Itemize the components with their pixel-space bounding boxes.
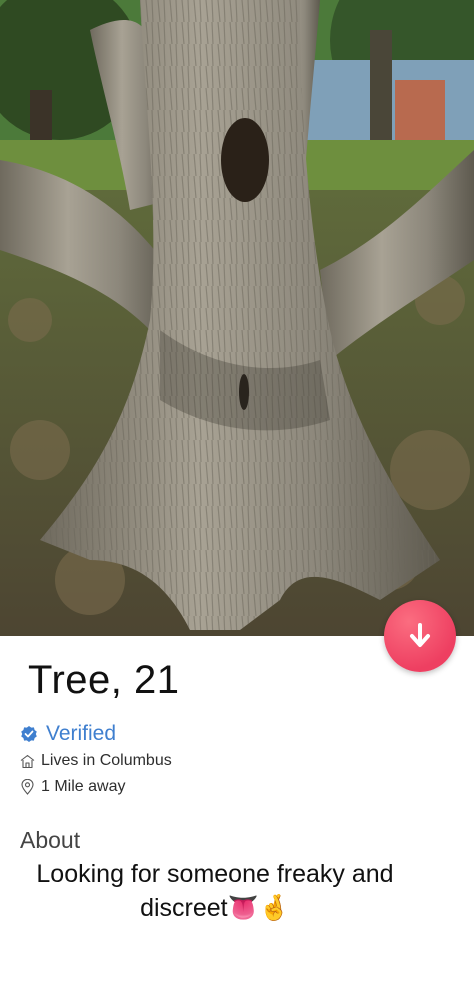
profile-name-age: Tree, 21 (28, 658, 180, 702)
arrow-down-icon (410, 623, 430, 647)
verified-badge-icon (21, 726, 37, 742)
home-icon (20, 754, 35, 768)
distance-text: 1 Mile away (41, 778, 126, 795)
bio-text: Looking for someone freaky and discreet👅… (36, 860, 394, 922)
profile-photo[interactable] (0, 0, 474, 636)
lives-in-text: Lives in Columbus (41, 752, 172, 769)
collapse-profile-button[interactable] (384, 600, 456, 672)
tree-photo-illustration (0, 0, 474, 636)
distance-row: 1 Mile away (20, 778, 125, 796)
about-heading: About (20, 827, 81, 853)
lives-in-row: Lives in Columbus (20, 752, 172, 770)
verified-row: Verified (20, 722, 116, 746)
verified-label: Verified (46, 722, 117, 745)
location-pin-icon (21, 779, 34, 795)
